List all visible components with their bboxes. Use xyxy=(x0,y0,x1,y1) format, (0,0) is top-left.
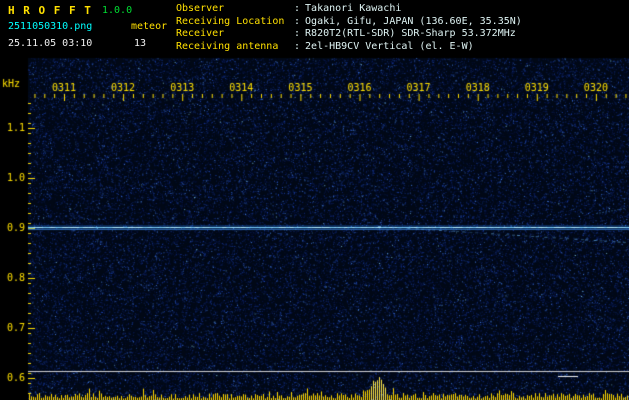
info-label-observer: Observer xyxy=(176,3,225,14)
output-filename: 2511050310.png xyxy=(8,21,93,32)
info-separator: : xyxy=(294,3,301,14)
info-value-receiver: R820T2(RTL-SDR) SDR-Sharp 53.372MHz xyxy=(305,28,516,39)
info-row-antenna: Receiving antenna:2el-HB9CV Vertical (el… xyxy=(176,41,522,54)
info-panel: Observer: Takanori Kawachi Receiving Loca… xyxy=(176,3,522,53)
info-label-antenna: Receiving antenna xyxy=(176,40,279,52)
info-label-receiver: Receiver xyxy=(176,28,225,39)
info-separator: : xyxy=(294,15,301,27)
info-row-receiver: Receiver: R820T2(RTL-SDR) SDR-Sharp 53.37… xyxy=(176,28,522,41)
info-row-observer: Observer: Takanori Kawachi xyxy=(176,3,522,16)
info-value-observer: Takanori Kawachi xyxy=(305,3,402,14)
info-separator: : xyxy=(294,40,301,52)
echo-count: 13 xyxy=(134,38,147,49)
mode-label: meteor xyxy=(131,21,168,32)
info-row-location: Receiving Location: Ogaki, Gifu, JAPAN (1… xyxy=(176,16,522,29)
spectrogram-plot xyxy=(0,55,629,400)
info-label-location: Receiving Location xyxy=(176,15,285,27)
datetime-label: 25.11.05 03:10 xyxy=(8,38,93,49)
app-title: H R O F F T xyxy=(8,4,92,17)
info-separator: : xyxy=(294,28,301,39)
info-value-location: Ogaki, Gifu, JAPAN (136.60E, 35.35N) xyxy=(305,15,522,27)
info-value-antenna: 2el-HB9CV Vertical (el. E-W) xyxy=(305,40,474,52)
app-version: 1.0.0 xyxy=(102,5,133,16)
hrofft-window: H R O F F T 1.0.0 2511050310.png meteor … xyxy=(0,0,629,400)
